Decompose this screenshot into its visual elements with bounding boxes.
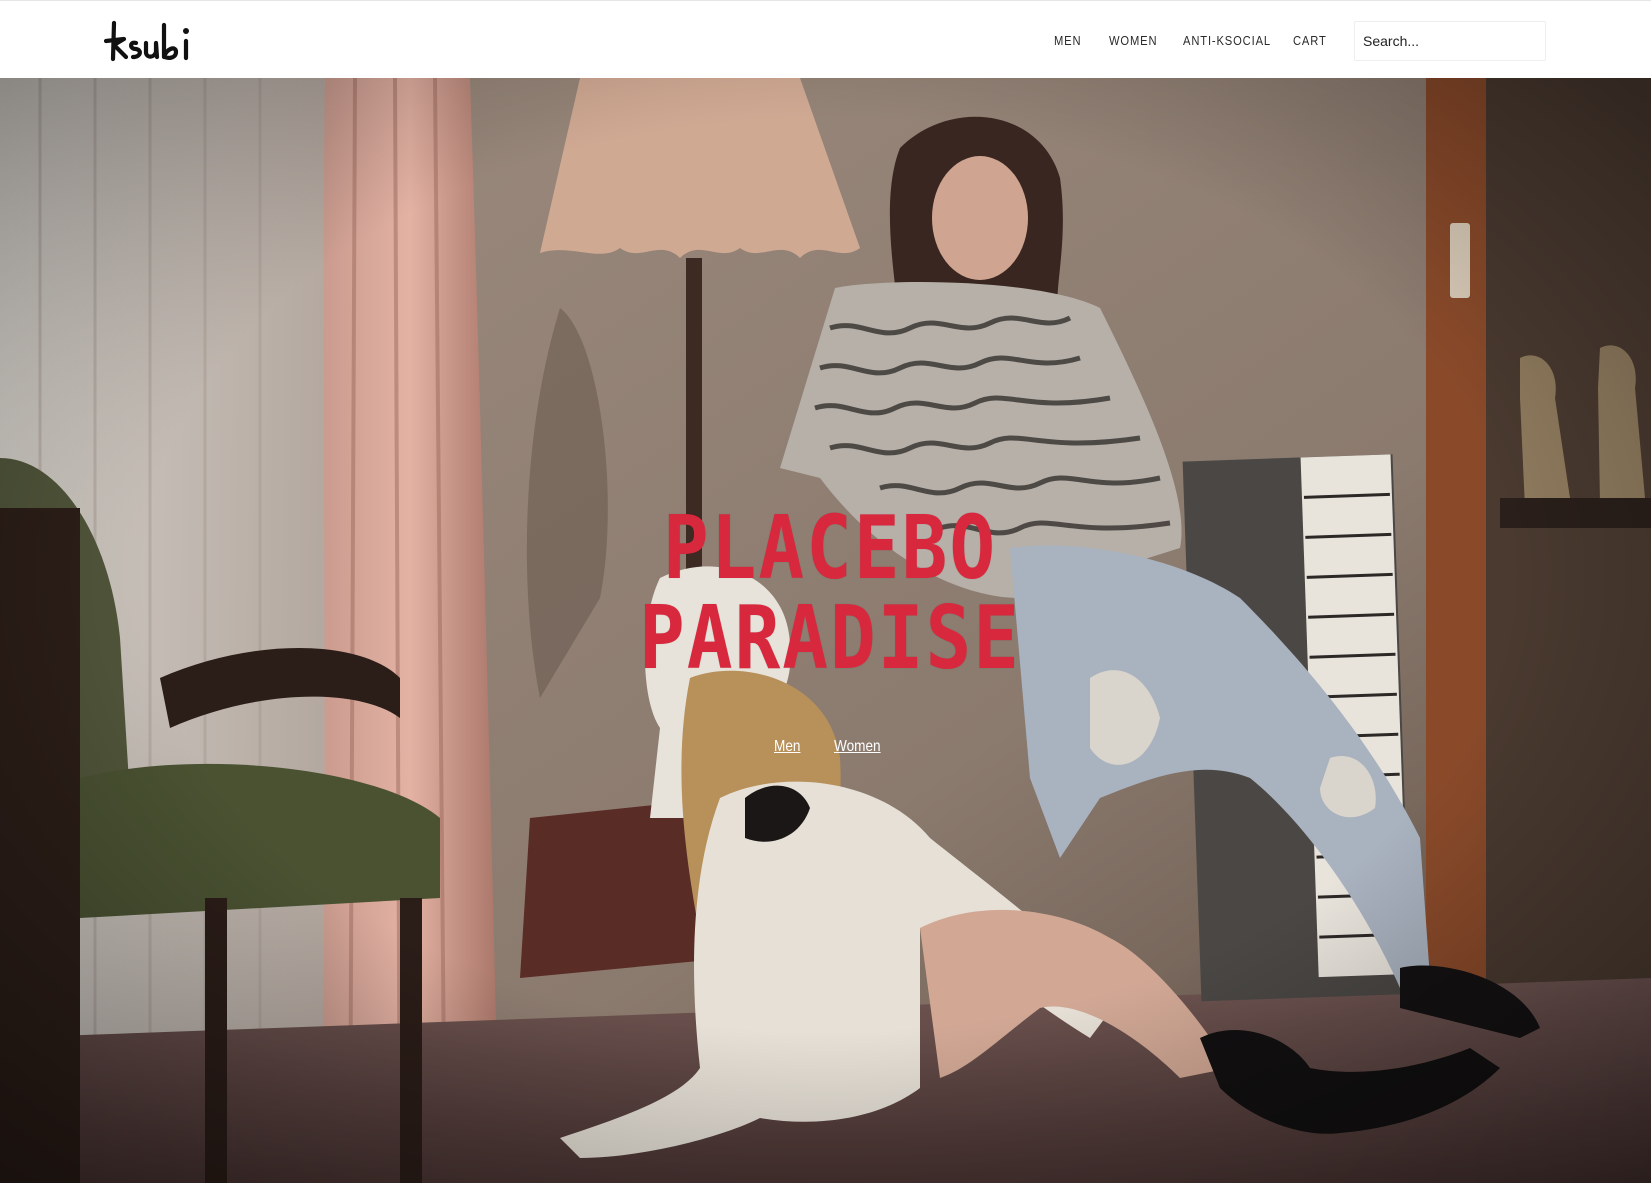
site-header: ksubi MEN WOMEN ANTI-KSOCIAL CART [0,0,1651,78]
nav-item-women[interactable]: WOMEN [1109,31,1157,51]
hero-photo [0,78,1651,1183]
search-input[interactable] [1355,22,1545,60]
search-box [1354,21,1546,61]
hero-link-women[interactable]: Women [834,738,881,756]
nav-item-cart[interactable]: CART [1293,31,1327,51]
hero-banner: PLACEBO PARADISE Men Women [0,78,1651,1183]
hero-link-men[interactable]: Men [774,738,800,756]
hero-links: Men Women [760,738,920,768]
nav-item-anti-ksocial[interactable]: ANTI-KSOCIAL [1183,31,1271,51]
nav-item-men[interactable]: MEN [1054,31,1081,51]
